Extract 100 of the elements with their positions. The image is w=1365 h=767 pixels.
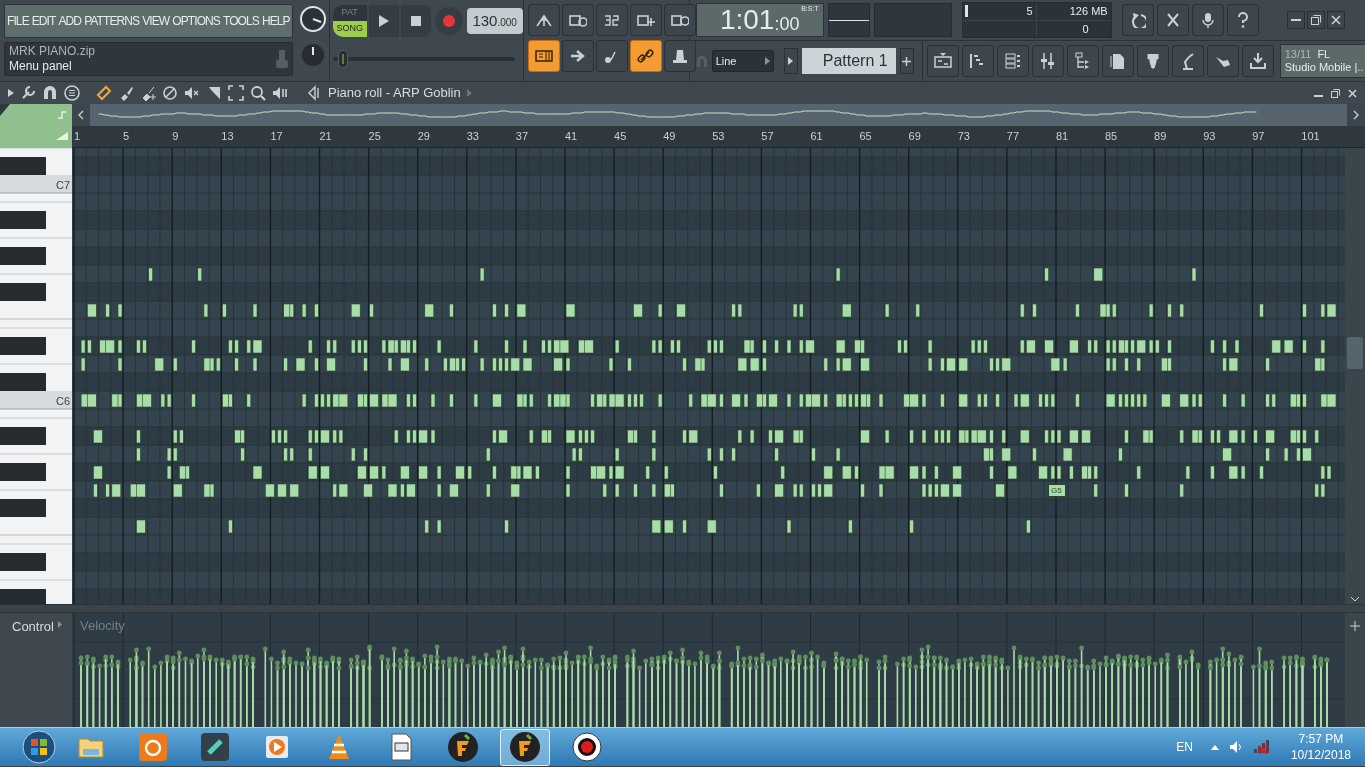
bar-number: 13 [221, 129, 235, 145]
browser-button[interactable] [1066, 45, 1099, 77]
slider-thumb[interactable] [337, 50, 348, 68]
piano-roll-button[interactable] [961, 45, 994, 77]
menu-item[interactable]: FILE [7, 12, 29, 30]
channel-rack-button[interactable] [996, 45, 1029, 77]
snap-dropdown[interactable]: Line [711, 50, 774, 72]
key-label: C7 [55, 178, 70, 193]
minimize-button[interactable] [1286, 11, 1305, 29]
close-icon[interactable] [1348, 88, 1357, 98]
keyboard-loop-button[interactable] [663, 4, 696, 36]
master-pitch-slider[interactable] [332, 49, 515, 69]
tempo-field[interactable]: 130.000 [466, 8, 523, 34]
previous-pattern-button[interactable] [783, 48, 798, 74]
scroll-thumb[interactable] [1347, 337, 1363, 369]
menu-item[interactable]: PATTERNS [84, 12, 140, 30]
menu-icon[interactable] [64, 85, 80, 101]
typing-keyboard-button[interactable] [527, 40, 560, 72]
show-hidden-icons-icon[interactable] [1210, 744, 1219, 750]
close-button[interactable] [1326, 11, 1345, 29]
news-text: Studio Mobile |.. [1284, 61, 1365, 74]
stop-button[interactable] [400, 5, 431, 37]
mode-label[interactable]: PAT [332, 5, 367, 21]
restore-button[interactable] [1306, 11, 1325, 29]
pencil-icon[interactable] [96, 85, 112, 101]
note-label[interactable]: G5 [1048, 484, 1066, 497]
time-signature-icon [602, 12, 621, 28]
caret-icon[interactable] [57, 621, 62, 628]
menu-item[interactable]: HELP [261, 12, 290, 30]
add-pattern-button[interactable] [899, 48, 914, 74]
help-button[interactable] [1226, 4, 1259, 36]
volume-icon[interactable] [1228, 740, 1243, 754]
selection-icon[interactable] [228, 85, 244, 101]
keyboard-loop-icon [670, 12, 689, 28]
restore-icon[interactable] [1331, 88, 1340, 98]
bar-number: 85 [1104, 129, 1119, 145]
file-icon [1108, 52, 1127, 70]
play-button[interactable] [368, 5, 399, 37]
clock-date: 10/12/2018 [1290, 747, 1351, 763]
brush-plus-icon[interactable] [140, 85, 156, 101]
notes-drawing[interactable] [80, 267, 1337, 534]
mixer-arrow-button[interactable] [527, 4, 560, 36]
keyboard-clock-button[interactable] [561, 4, 594, 36]
bar-number: 61 [810, 129, 824, 145]
link-button[interactable] [629, 40, 662, 72]
control-label[interactable]: Control [12, 617, 54, 637]
language-indicator[interactable]: EN [1176, 738, 1193, 756]
pattern-song-switch[interactable]: PAT SONG [332, 5, 367, 37]
network-disconnected-icon[interactable] [1252, 740, 1269, 754]
scroll-right-button[interactable] [1347, 104, 1365, 126]
menu-item[interactable]: OPTIONS [172, 12, 220, 30]
undo-button[interactable] [1121, 4, 1154, 36]
speaker-outline-icon[interactable] [308, 85, 322, 101]
mixer-button[interactable] [1031, 45, 1064, 77]
news-title: FL [1317, 48, 1331, 61]
note-step-button[interactable] [595, 40, 628, 72]
bar-number: 53 [712, 129, 726, 145]
scroll-right-icon [1353, 110, 1359, 120]
playlist-button[interactable] [926, 45, 959, 77]
magnet-icon[interactable] [42, 85, 58, 101]
keyboard-plus-button[interactable] [629, 4, 662, 36]
clock[interactable]: 7:57 PM 10/12/2018 [1290, 731, 1351, 763]
volume-knob[interactable] [298, 5, 327, 33]
velocity-bars-drawing[interactable] [78, 644, 1330, 727]
bar-number: 41 [564, 129, 579, 145]
menu-item[interactable]: ADD [58, 12, 82, 30]
bar-number: 69 [908, 129, 922, 145]
mode-label[interactable]: SONG [332, 21, 367, 37]
speaker-icon[interactable] [272, 85, 288, 101]
no-entry-icon[interactable] [162, 85, 178, 101]
taskbar-app-button[interactable] [500, 728, 550, 766]
pattern-selector[interactable]: Pattern 1 [801, 48, 896, 74]
menu-item[interactable]: TOOLS [222, 12, 259, 30]
hint-text: Menu panel [9, 59, 73, 74]
menu-item[interactable]: VIEW [142, 12, 170, 30]
expand-arrow-icon[interactable] [8, 89, 14, 97]
mute-speaker-icon[interactable] [184, 85, 200, 101]
microphone-icon [1199, 12, 1216, 28]
arrow-button[interactable] [561, 40, 594, 72]
metronome-button[interactable] [663, 40, 696, 72]
scroll-down-icon[interactable] [1350, 596, 1360, 602]
start-button[interactable] [22, 730, 56, 764]
download-button[interactable] [1241, 45, 1274, 77]
wrench-icon[interactable] [20, 85, 36, 101]
memory-usage: 126 MB [1036, 3, 1111, 21]
typing-keyboard-icon [534, 48, 553, 64]
record-icon [442, 15, 455, 27]
scroll-left-button[interactable] [72, 104, 90, 126]
zoom-icon[interactable] [250, 85, 266, 101]
plugin-button[interactable] [1136, 45, 1169, 77]
add-icon[interactable] [1350, 621, 1360, 631]
cut-button[interactable] [1156, 4, 1189, 36]
news-panel[interactable]: 13/11 FL Studio Mobile |.. [1279, 44, 1365, 78]
microphone-button[interactable] [1191, 4, 1224, 36]
file-button[interactable] [1101, 45, 1134, 77]
menu-item[interactable]: EDIT [31, 12, 56, 30]
time-signature-button[interactable] [595, 4, 628, 36]
slice-icon[interactable] [206, 85, 222, 101]
minimize-icon[interactable] [1314, 94, 1323, 97]
lamp-button[interactable] [1171, 45, 1204, 77]
